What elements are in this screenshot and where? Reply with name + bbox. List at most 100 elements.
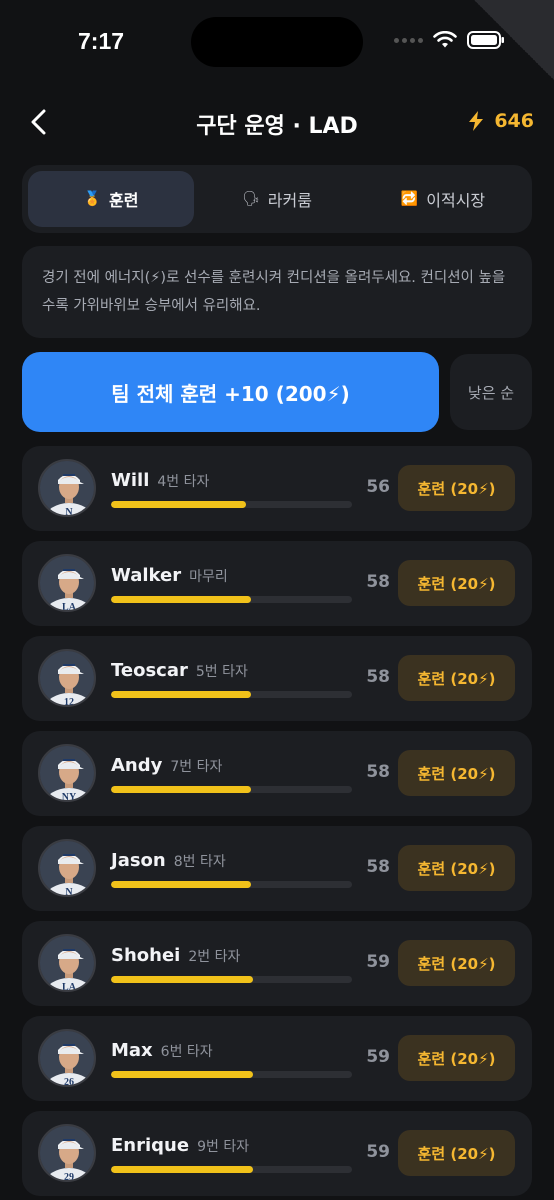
player-row-max: 26 Max 6번 타자 59 훈련 (20⚡)	[22, 1016, 532, 1101]
cellular-signal-icon	[394, 37, 423, 43]
player-row-andy: NY Andy 7번 타자 58 훈련 (20⚡)	[22, 731, 532, 816]
status-bar: 7:17	[0, 0, 554, 88]
info-text: 경기 전에 에너지(⚡)로 선수를 훈련시켜 컨디션을 올려두세요. 컨디션이 …	[42, 270, 506, 314]
player-avatar: NY	[38, 744, 96, 802]
condition-bar-fill	[111, 596, 251, 603]
player-avatar: N	[38, 839, 96, 897]
trophy-icon: 🏅	[83, 191, 101, 207]
status-time: 7:17	[78, 28, 125, 54]
condition-bar	[111, 786, 352, 793]
train-player-button[interactable]: 훈련 (20⚡)	[398, 940, 515, 986]
condition-bar	[111, 1166, 352, 1173]
player-name-text: Jason	[111, 850, 166, 871]
svg-text:LA: LA	[62, 602, 77, 612]
player-role: 5번 타자	[195, 664, 248, 680]
condition-bar-fill	[111, 976, 254, 983]
speech-icon: 🗣	[242, 191, 260, 207]
train-player-button[interactable]: 훈련 (20⚡)	[398, 1130, 515, 1176]
tab-bar: 🏅 훈련 🗣 라커룸 🔁 이적시장	[22, 165, 532, 233]
tab-locker-room[interactable]: 🗣 라커룸	[194, 171, 360, 227]
condition-bar	[111, 596, 352, 603]
player-row-teoscar: 12 Teoscar 5번 타자 58 훈련 (20⚡)	[22, 636, 532, 721]
train-player-button[interactable]: 훈련 (20⚡)	[398, 560, 515, 606]
sort-button[interactable]: 낮은 순	[450, 354, 532, 430]
player-name: Shohei 2번 타자	[111, 945, 240, 966]
player-avatar: 12	[38, 649, 96, 707]
svg-text:NY: NY	[62, 792, 77, 802]
player-name-text: Enrique	[111, 1135, 190, 1156]
player-role: 9번 타자	[197, 1139, 250, 1155]
svg-text:N: N	[65, 507, 73, 517]
condition-bar	[111, 1071, 352, 1078]
player-name-text: Shohei	[111, 945, 181, 966]
player-role: 8번 타자	[173, 854, 226, 870]
status-icons	[394, 30, 505, 50]
condition-value: 58	[366, 572, 390, 592]
condition-bar-fill	[111, 1166, 254, 1173]
player-avatar: LA	[38, 934, 96, 992]
condition-value: 58	[366, 857, 390, 877]
exchange-icon: 🔁	[400, 191, 419, 207]
info-box: 경기 전에 에너지(⚡)로 선수를 훈련시켜 컨디션을 올려두세요. 컨디션이 …	[22, 246, 532, 338]
condition-bar	[111, 691, 352, 698]
player-name-text: Walker	[111, 565, 182, 586]
svg-text:29: 29	[64, 1172, 74, 1182]
player-name: Enrique 9번 타자	[111, 1135, 249, 1156]
condition-bar-fill	[111, 1071, 254, 1078]
condition-bar-fill	[111, 691, 251, 698]
tab-transfer-market[interactable]: 🔁 이적시장	[360, 171, 526, 227]
player-name-text: Teoscar	[111, 660, 188, 681]
player-avatar: N	[38, 459, 96, 517]
condition-bar	[111, 501, 352, 508]
train-player-button[interactable]: 훈련 (20⚡)	[398, 750, 515, 796]
tab-label: 훈련	[108, 191, 139, 210]
player-row-will: N Will 4번 타자 56 훈련 (20⚡)	[22, 446, 532, 531]
condition-value: 58	[366, 762, 390, 782]
train-player-button[interactable]: 훈련 (20⚡)	[398, 465, 515, 511]
player-name-text: Andy	[111, 755, 163, 776]
condition-bar-fill	[111, 786, 251, 793]
player-role: 4번 타자	[157, 474, 210, 490]
player-role: 2번 타자	[188, 949, 241, 965]
condition-bar	[111, 881, 352, 888]
player-role: 마무리	[189, 569, 228, 585]
player-name: Max 6번 타자	[111, 1040, 213, 1061]
condition-value: 59	[366, 1047, 390, 1067]
svg-text:12: 12	[64, 697, 74, 707]
condition-value: 58	[366, 667, 390, 687]
lightning-icon	[469, 111, 484, 131]
battery-icon	[467, 31, 504, 49]
player-row-shohei: LA Shohei 2번 타자 59 훈련 (20⚡)	[22, 921, 532, 1006]
player-name: Andy 7번 타자	[111, 755, 222, 776]
train-player-button[interactable]: 훈련 (20⚡)	[398, 845, 515, 891]
player-name: Will 4번 타자	[111, 470, 209, 491]
player-name: Jason 8번 타자	[111, 850, 226, 871]
player-avatar: 29	[38, 1124, 96, 1182]
svg-text:N: N	[65, 887, 73, 897]
player-row-walker: LA Walker 마무리 58 훈련 (20⚡)	[22, 541, 532, 626]
svg-text:26: 26	[64, 1077, 74, 1087]
condition-value: 59	[366, 1142, 390, 1162]
tab-training[interactable]: 🏅 훈련	[28, 171, 194, 227]
train-player-button[interactable]: 훈련 (20⚡)	[398, 655, 515, 701]
train-all-button[interactable]: 팀 전체 훈련 +10 (200⚡)	[22, 352, 439, 432]
player-row-enrique: 29 Enrique 9번 타자 59 훈련 (20⚡)	[22, 1111, 532, 1196]
tab-label: 이적시장	[426, 191, 486, 210]
player-avatar: LA	[38, 554, 96, 612]
train-player-button[interactable]: 훈련 (20⚡)	[398, 1035, 515, 1081]
tab-label: 라커룸	[267, 191, 312, 210]
condition-bar-fill	[111, 881, 251, 888]
player-avatar: 26	[38, 1029, 96, 1087]
header: 구단 운영 · LAD 646	[0, 96, 554, 148]
energy-display: 646	[468, 110, 534, 132]
condition-value: 59	[366, 952, 390, 972]
condition-value: 56	[366, 477, 390, 497]
wifi-icon	[433, 31, 457, 48]
energy-value: 646	[494, 110, 534, 132]
player-role: 7번 타자	[170, 759, 223, 775]
player-name: Walker 마무리	[111, 565, 228, 586]
player-row-jason: N Jason 8번 타자 58 훈련 (20⚡)	[22, 826, 532, 911]
svg-text:LA: LA	[62, 982, 77, 992]
player-role: 6번 타자	[160, 1044, 213, 1060]
player-name-text: Will	[111, 470, 150, 491]
